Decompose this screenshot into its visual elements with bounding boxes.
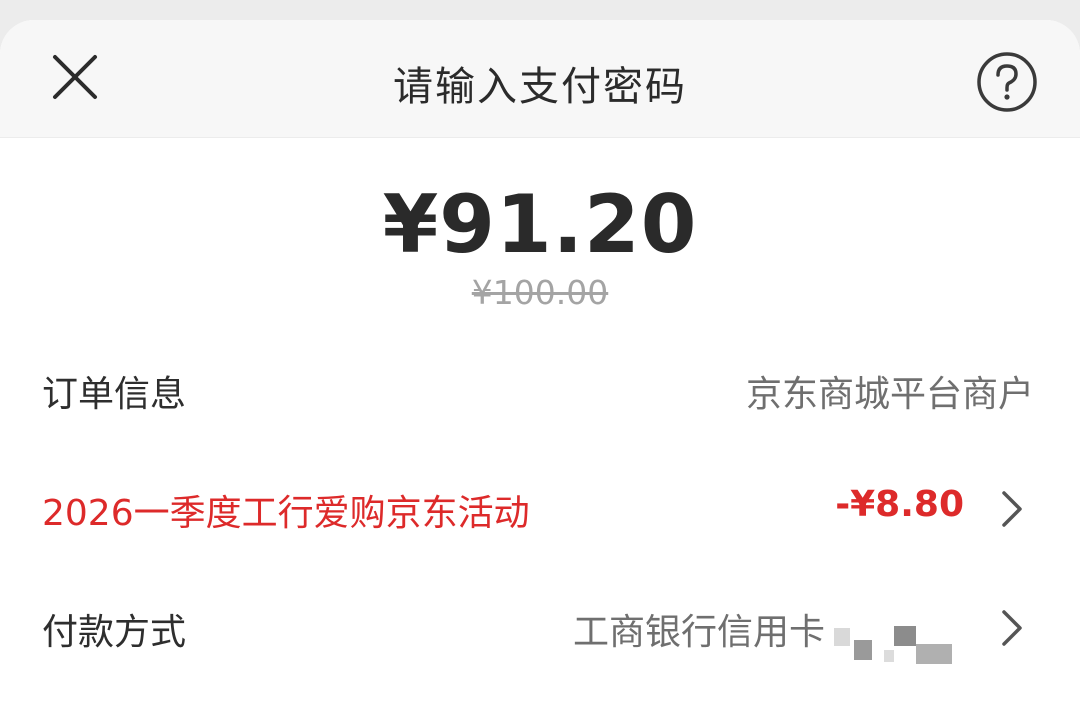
- payment-sheet: 请输入支付密码 ¥91.20 ¥100.00 订单信息 京东商城平台商户 202…: [0, 20, 1080, 704]
- payment-method-value: 工商银行信用卡: [572, 612, 825, 653]
- help-button[interactable]: [976, 51, 1038, 113]
- page-title: 请输入支付密码: [393, 64, 687, 110]
- order-info-label: 订单信息: [42, 374, 187, 415]
- promo-label: 2026一季度工行爱购京东活动: [42, 493, 530, 534]
- chevron-right-icon: [1002, 610, 1022, 646]
- promo-row[interactable]: 2026一季度工行爱购京东活动 -¥8.80: [0, 463, 1080, 553]
- payment-amount: ¥91.20: [382, 178, 698, 271]
- chevron-right-icon: [1002, 491, 1022, 527]
- sheet-header: 请输入支付密码: [0, 20, 1080, 138]
- promo-discount: -¥8.80: [835, 484, 964, 525]
- original-amount: ¥100.00: [471, 273, 609, 312]
- order-info-row: 订单信息 京东商城平台商户: [0, 344, 1080, 434]
- help-icon: [977, 52, 1037, 112]
- payment-method-row[interactable]: 付款方式 工商银行信用卡: [0, 582, 1080, 672]
- order-info-value: 京东商城平台商户: [745, 374, 1034, 415]
- redacted-card-number: [834, 626, 952, 664]
- payment-method-label: 付款方式: [42, 612, 187, 653]
